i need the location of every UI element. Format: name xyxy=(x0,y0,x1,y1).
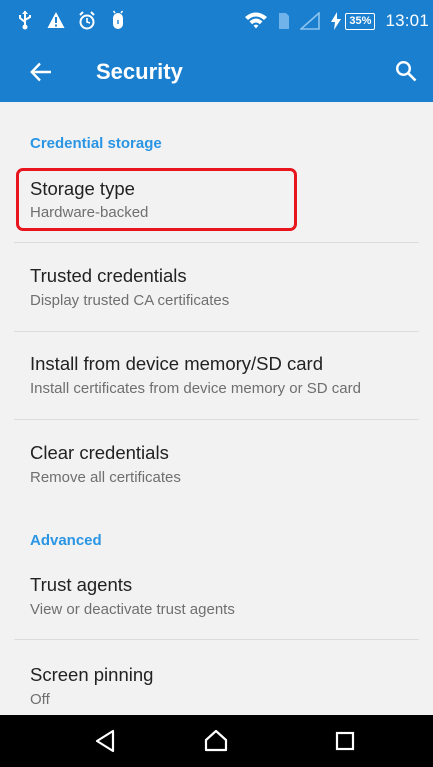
warning-icon xyxy=(47,9,65,31)
battery-level: 35% xyxy=(345,12,376,30)
back-triangle-icon xyxy=(95,729,115,753)
security-settings-screen: 35% 13:01 Security Credential storage St… xyxy=(0,0,433,767)
clock: 13:01 xyxy=(385,11,429,30)
pref-summary: Display trusted CA certificates xyxy=(30,292,230,309)
pref-title: Screen pinning xyxy=(30,664,154,685)
pref-summary: Off xyxy=(30,691,50,708)
nav-back-button[interactable] xyxy=(91,727,119,755)
alarm-icon xyxy=(78,9,96,31)
section-header-advanced: Advanced xyxy=(30,532,102,549)
system-icons: 35% 13:01 xyxy=(244,9,429,33)
pref-clear-credentials[interactable]: Clear credentials Remove all certificate… xyxy=(0,420,433,500)
page-title: Security xyxy=(96,59,183,84)
pref-trust-agents[interactable]: Trust agents View or deactivate trust ag… xyxy=(0,556,433,639)
section-header-credential-storage: Credential storage xyxy=(30,135,162,152)
search-button[interactable] xyxy=(391,56,421,86)
sim-icon xyxy=(278,10,290,32)
search-icon xyxy=(395,60,417,82)
notification-icons xyxy=(16,9,127,31)
battery-indicator: 35% xyxy=(330,10,376,32)
pref-title: Install from device memory/SD card xyxy=(30,353,324,374)
pref-title: Clear credentials xyxy=(30,442,169,463)
navigation-bar xyxy=(0,715,433,767)
pref-trusted-credentials[interactable]: Trusted credentials Display trusted CA c… xyxy=(0,243,433,331)
pref-title: Trust agents xyxy=(30,574,133,595)
nav-recents-button[interactable] xyxy=(331,727,359,755)
pref-summary: Remove all certificates xyxy=(30,469,181,486)
home-icon xyxy=(204,729,228,752)
usb-icon xyxy=(16,9,34,31)
nav-home-button[interactable] xyxy=(202,727,230,755)
recents-square-icon xyxy=(335,731,355,751)
status-bar: 35% 13:01 xyxy=(0,0,433,42)
app-bar: Security xyxy=(0,42,433,102)
charging-icon xyxy=(330,10,342,32)
pref-screen-pinning[interactable]: Screen pinning Off xyxy=(0,640,433,715)
pref-install-from-storage[interactable]: Install from device memory/SD card Insta… xyxy=(0,332,433,419)
pref-summary: View or deactivate trust agents xyxy=(30,601,235,618)
arrow-back-icon xyxy=(30,62,51,82)
wifi-icon xyxy=(244,10,268,32)
pref-summary: Install certificates from device memory … xyxy=(30,380,361,397)
back-button[interactable] xyxy=(26,57,56,87)
android-debug-icon xyxy=(109,9,127,31)
pref-title: Trusted credentials xyxy=(30,265,187,286)
highlight-annotation xyxy=(16,168,297,231)
signal-icon xyxy=(300,10,321,32)
